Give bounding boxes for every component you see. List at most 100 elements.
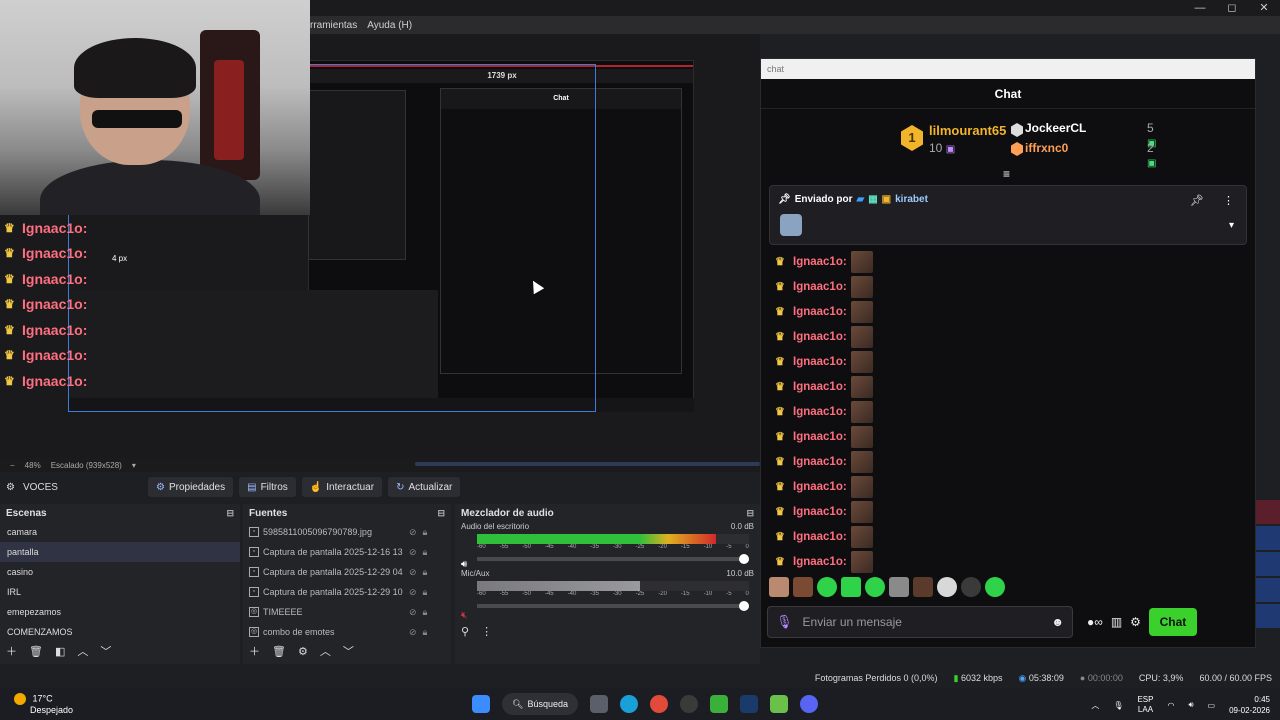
add-icon[interactable]: ＋ [249, 643, 260, 659]
leader-name[interactable]: lilmourant65 [929, 123, 1006, 138]
store-icon[interactable]: ▥ [1111, 615, 1122, 629]
lock-icon[interactable]: 🔒︎ [423, 587, 428, 598]
message-username[interactable]: Ignaac1o: [793, 481, 847, 493]
language-indicator[interactable]: ESP LAA [1137, 695, 1153, 715]
emote-icon[interactable] [985, 577, 1005, 597]
message-username[interactable]: Ignaac1o: [793, 356, 847, 368]
link-icon[interactable]: ⚲ [461, 625, 469, 638]
emote-icon[interactable] [817, 577, 837, 597]
wifi-icon[interactable]: ◠ [1167, 701, 1174, 710]
battery-icon[interactable]: ▭ [1208, 701, 1216, 710]
zoom-out-button[interactable]: − [10, 461, 15, 470]
gear-icon[interactable]: ⚙ [1130, 615, 1141, 629]
emote-icon[interactable] [841, 577, 861, 597]
message-username[interactable]: Ignaac1o: [793, 381, 847, 393]
source-item[interactable]: ▫ Captura de pantalla 2025-12-29 103 ⊘ 🔒︎ [243, 582, 451, 602]
source-item[interactable]: ▫ Captura de pantalla 2025-12-16 135 ⊘ 🔒︎ [243, 542, 451, 562]
scene-item[interactable]: casino [0, 562, 240, 582]
side-tab[interactable] [1256, 526, 1280, 550]
popout-icon[interactable]: ⊟ [746, 508, 754, 519]
add-icon[interactable]: ＋ [6, 643, 17, 659]
zoom-level[interactable]: 48% [25, 461, 41, 470]
message-username[interactable]: Ignaac1o: [793, 406, 847, 418]
popout-icon[interactable]: ⊟ [437, 508, 445, 519]
menu-help[interactable]: Ayuda (H) [367, 20, 412, 31]
more-options-icon[interactable]: ⋮ [1223, 194, 1234, 207]
message-username[interactable]: Ignaac1o: [793, 281, 847, 293]
message-username[interactable]: Ignaac1o: [793, 306, 847, 318]
scene-item[interactable]: IRL [0, 582, 240, 602]
close-button[interactable]: ✕ [1248, 0, 1280, 16]
message-username[interactable]: Ignaac1o: [793, 256, 847, 268]
leader-name[interactable]: JockeerCL [1025, 121, 1086, 135]
source-item[interactable]: ▫ Captura de pantalla 2025-12-29 043 ⊘ 🔒︎ [243, 562, 451, 582]
source-item[interactable]: ▫ 5985811005096790789.jpg ⊘ 🔒︎ [243, 522, 451, 542]
chevron-down-icon[interactable]: ▾ [1229, 220, 1234, 231]
chevron-down-icon[interactable]: ﹀ [100, 643, 111, 659]
mic-muted-icon[interactable]: 🔇︎ [461, 610, 467, 621]
discord-icon[interactable] [800, 695, 818, 713]
chrome-icon[interactable] [650, 695, 668, 713]
lock-icon[interactable]: 🔒︎ [423, 567, 428, 578]
lock-icon[interactable]: 🔒︎ [423, 627, 428, 638]
popout-icon[interactable]: ⊟ [226, 508, 234, 519]
menu-tools[interactable]: rramientas [310, 20, 357, 31]
chevron-up-icon[interactable]: ︿ [77, 643, 88, 659]
taskbar-search[interactable]: 🔍︎ Búsqueda [502, 693, 578, 715]
points-icon[interactable]: ●∞ [1087, 615, 1103, 629]
emote-icon[interactable] [961, 577, 981, 597]
volume-slider[interactable] [477, 601, 749, 611]
leader-name[interactable]: iffrxnc0 [1025, 141, 1068, 155]
more-icon[interactable]: ⋮ [481, 625, 492, 638]
chevron-up-icon[interactable]: ︿ [320, 643, 331, 659]
volume-slider[interactable] [477, 554, 749, 564]
eye-hidden-icon[interactable]: ⊘ [409, 607, 417, 618]
chevron-down-icon[interactable]: ▾ [132, 461, 136, 470]
eye-hidden-icon[interactable]: ⊘ [409, 567, 417, 578]
filters-button[interactable]: ▤ Filtros [239, 477, 296, 497]
file-explorer-icon[interactable] [590, 695, 608, 713]
refresh-button[interactable]: ↻ Actualizar [388, 477, 461, 497]
source-item[interactable]: ◎ combo de emotes ⊘ 🔒︎ [243, 622, 451, 642]
emote-icon[interactable] [889, 577, 909, 597]
scene-item[interactable]: camara [0, 522, 240, 542]
gear-icon[interactable]: ⚙ [298, 645, 308, 658]
message-username[interactable]: Ignaac1o: [793, 531, 847, 543]
edge-icon[interactable] [620, 695, 638, 713]
steam-icon[interactable] [740, 695, 758, 713]
message-username[interactable]: Ignaac1o: [793, 456, 847, 468]
message-username[interactable]: Ignaac1o: [793, 556, 847, 568]
trash-icon[interactable]: 🗑 [29, 645, 43, 658]
emote-icon[interactable] [937, 577, 957, 597]
properties-button[interactable]: ⚙ Propiedades [147, 477, 234, 497]
mic-tray-icon[interactable]: 🎙︎ [1113, 701, 1123, 710]
side-tab[interactable] [1256, 552, 1280, 576]
chat-input[interactable]: 🎙︎ Enviar un mensaje ☻ [767, 606, 1073, 638]
scaled-label[interactable]: Escalado (939x528) [51, 461, 122, 470]
chat-send-button[interactable]: Chat [1148, 608, 1197, 636]
start-icon[interactable] [472, 695, 490, 713]
lock-icon[interactable]: 🔒︎ [423, 547, 428, 558]
chevron-up-icon[interactable]: ︿ [1091, 700, 1099, 711]
weather-widget[interactable]: 17°C Despejado [14, 693, 73, 716]
volume-knob[interactable] [739, 601, 749, 611]
emote-icon[interactable] [913, 577, 933, 597]
message-username[interactable]: Ignaac1o: [793, 331, 847, 343]
speaker-icon[interactable]: 🔊︎ [461, 559, 467, 570]
volume-icon[interactable]: 🔊︎ [1188, 700, 1193, 710]
scene-item-selected[interactable]: pantalla [0, 542, 240, 562]
microphone-icon[interactable]: 🎙︎ [776, 614, 793, 630]
minimize-button[interactable]: — [1184, 0, 1216, 16]
volume-knob[interactable] [739, 554, 749, 564]
filter-icon[interactable]: ◧ [55, 645, 65, 658]
emote-icon[interactable] [865, 577, 885, 597]
preview-scrollbar[interactable] [415, 462, 760, 466]
maximize-button[interactable]: ◻ [1216, 0, 1248, 16]
scene-item[interactable]: emepezamos [0, 602, 240, 622]
eye-hidden-icon[interactable]: ⊘ [409, 527, 417, 538]
source-item[interactable]: ◎ TIMEEEE ⊘ 🔒︎ [243, 602, 451, 622]
scene-item[interactable]: COMENZAMOS [0, 622, 240, 642]
lock-icon[interactable]: 🔒︎ [423, 607, 428, 618]
message-username[interactable]: Ignaac1o: [793, 431, 847, 443]
interact-button[interactable]: ☝ Interactuar [301, 477, 383, 497]
